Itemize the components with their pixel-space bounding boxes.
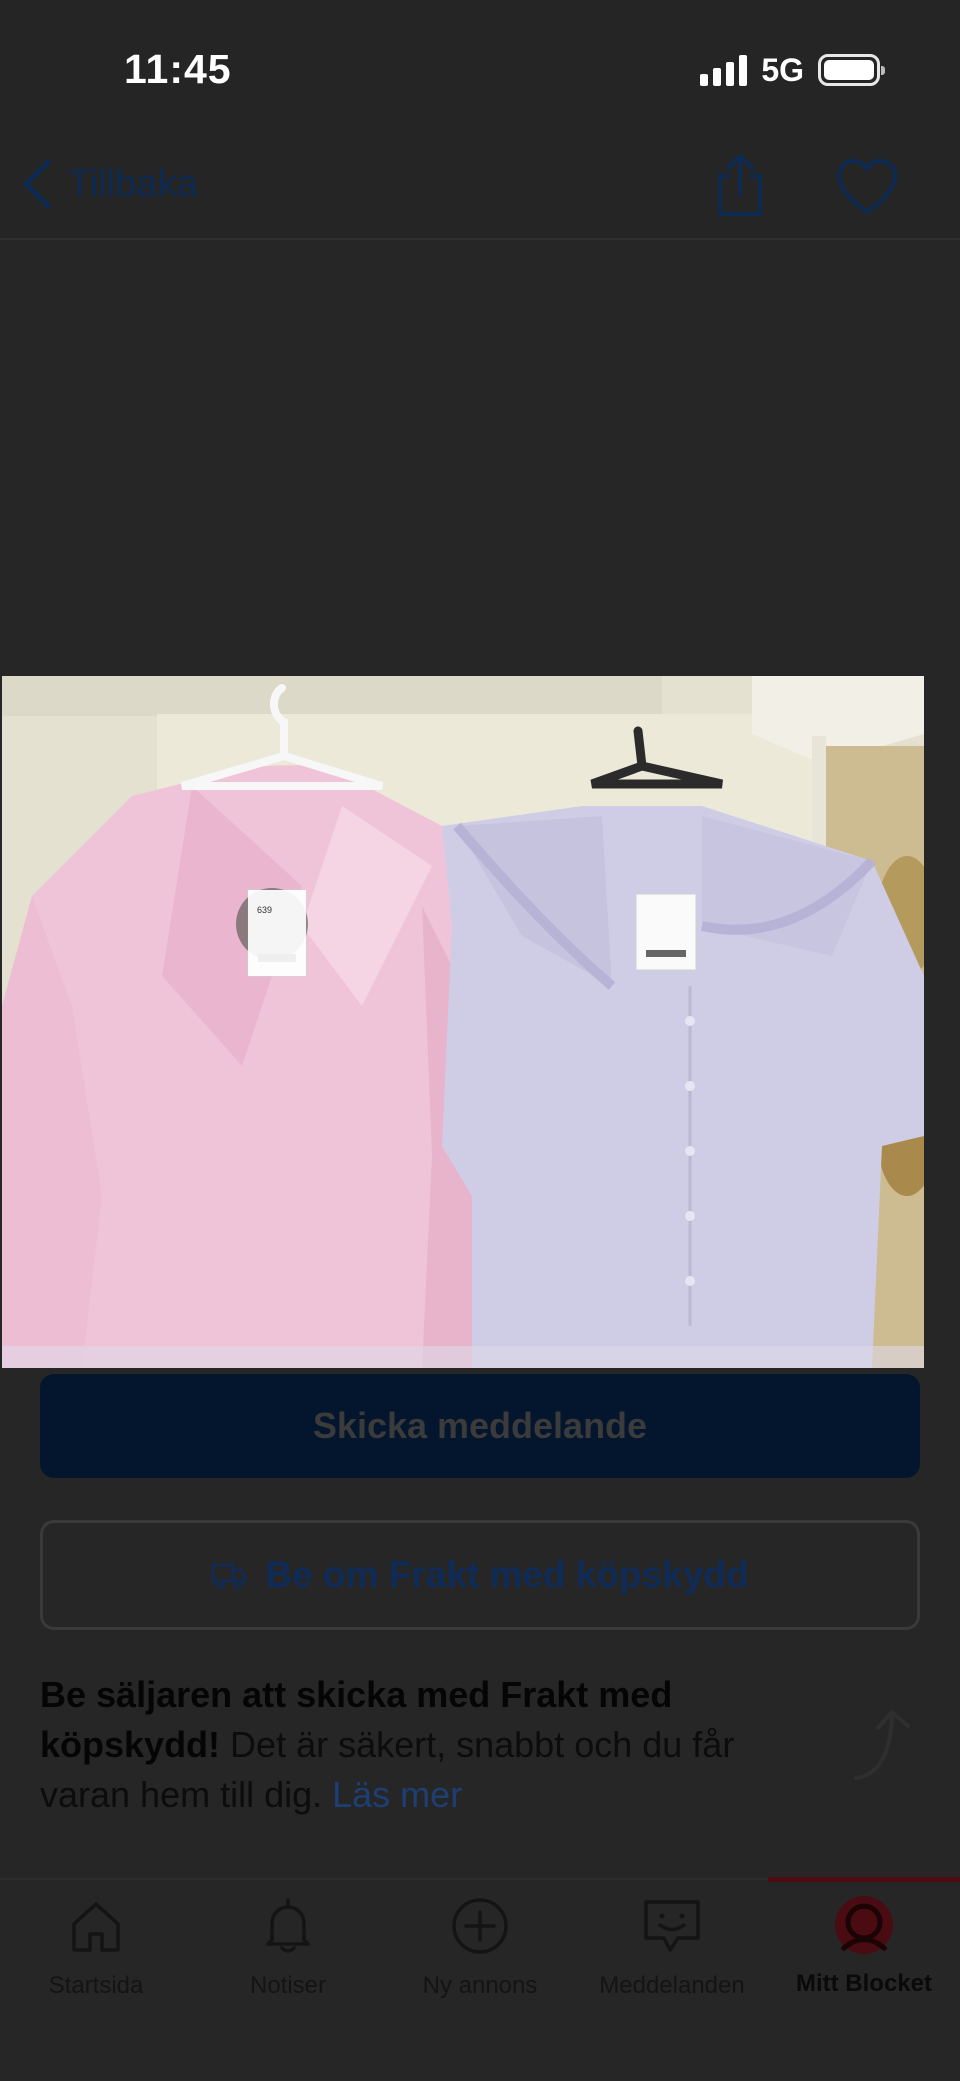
tab-label: Meddelanden [599, 1972, 745, 1999]
bell-icon [266, 1898, 310, 1953]
scroll-to-top-icon[interactable] [848, 1704, 920, 1784]
request-shipping-label: Be om Frakt med köpskydd [265, 1554, 749, 1595]
home-icon [72, 1902, 120, 1952]
send-message-button[interactable]: Skicka meddelande [40, 1374, 920, 1478]
signal-icon [700, 54, 748, 86]
status-time: 11:45 [124, 46, 232, 92]
product-image[interactable]: 639 [2, 676, 924, 1368]
request-shipping-button[interactable]: Be om Frakt med köpskydd [40, 1520, 920, 1630]
bottom-tab-bar: Startsida Notiser Ny annons Meddelanden [0, 1877, 960, 2081]
back-label: Tillbaka [68, 162, 198, 205]
chevron-left-icon [23, 159, 51, 209]
share-icon[interactable] [712, 152, 768, 218]
plus-circle-icon [452, 1898, 508, 1954]
network-type: 5G [761, 51, 804, 88]
chat-icon [644, 1900, 700, 1952]
nav-header: Tillbaka [0, 130, 960, 240]
status-indicators: 5G [700, 51, 885, 88]
svg-text:639: 639 [257, 905, 272, 915]
shipping-promo-text: Be säljaren att skicka med Frakt med köp… [40, 1670, 780, 1820]
avatar-icon [835, 1896, 893, 1954]
battery-icon [818, 54, 885, 86]
blouses-photo: 639 [2, 676, 924, 1368]
tab-startsida[interactable]: Startsida [0, 1880, 192, 2020]
tab-label: Startsida [48, 1972, 144, 1999]
tab-mitt-blocket[interactable]: Mitt Blocket [768, 1877, 960, 2020]
tab-label: Ny annons [422, 1972, 538, 1999]
truck-icon [212, 1563, 247, 1589]
tab-ny-annons[interactable]: Ny annons [384, 1880, 576, 2020]
tab-meddelanden[interactable]: Meddelanden [576, 1880, 768, 2020]
tab-notiser[interactable]: Notiser [192, 1880, 384, 2020]
tab-label: Mitt Blocket [795, 1970, 932, 1997]
heart-icon[interactable] [836, 158, 898, 216]
read-more-link[interactable]: Läs mer [332, 1774, 462, 1815]
tab-label: Notiser [249, 1972, 327, 1999]
back-button[interactable]: Tillbaka [20, 158, 198, 210]
status-bar: 11:45 5G [0, 0, 960, 130]
